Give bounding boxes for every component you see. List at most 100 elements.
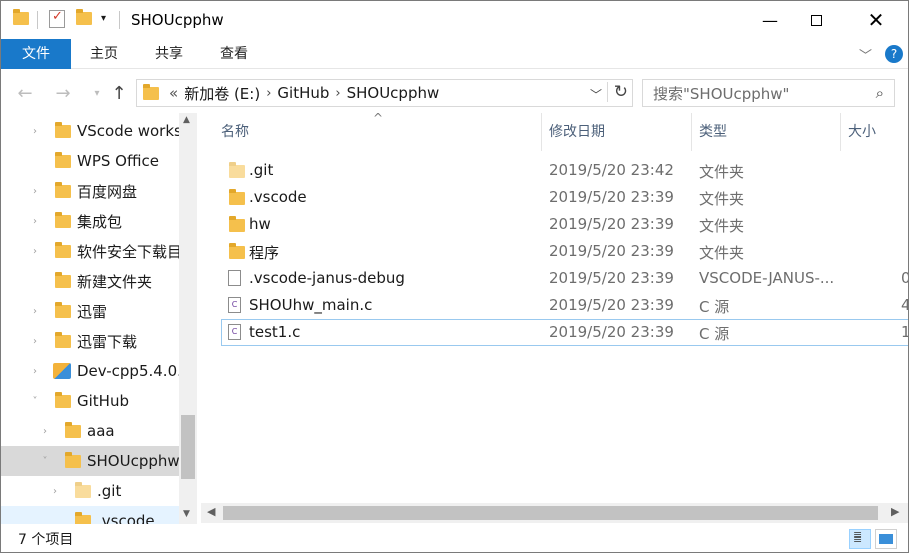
title-bar: ✓ ▾ SHOUcpphw — ✕ xyxy=(1,1,908,39)
navigation-pane: › VScode works WPS Office › 百度网盘 › 集成包 ›… xyxy=(1,113,197,524)
column-header-size[interactable]: 大小 xyxy=(841,113,908,151)
file-row[interactable]: .git 2019/5/20 23:42 文件夹 xyxy=(221,157,908,184)
help-icon[interactable]: ? xyxy=(885,45,903,63)
recent-locations-icon[interactable]: ▾ xyxy=(85,81,109,105)
file-row[interactable]: 程序 2019/5/20 23:39 文件夹 xyxy=(221,238,908,265)
nav-scrollbar[interactable]: ▲ ▼ xyxy=(179,113,197,524)
file-type: C 源 xyxy=(699,298,730,316)
close-button[interactable]: ✕ xyxy=(853,1,899,39)
file-icon xyxy=(228,270,241,286)
chevron-down-icon[interactable]: ˅ xyxy=(39,456,51,467)
scroll-right-icon[interactable]: ▶ xyxy=(891,505,899,518)
chevron-right-icon[interactable]: › xyxy=(29,246,41,257)
chevron-right-icon[interactable]: › xyxy=(39,426,51,437)
chevron-right-icon[interactable]: › xyxy=(29,216,41,227)
scroll-down-icon[interactable]: ▼ xyxy=(183,509,190,519)
chevron-right-icon[interactable]: › xyxy=(29,306,41,317)
folder-icon xyxy=(75,482,91,498)
folder-icon xyxy=(65,452,81,468)
search-input[interactable]: 搜索"SHOUcpphw" ⌕ xyxy=(642,79,895,107)
tree-item[interactable]: › 迅雷下载 xyxy=(1,326,179,356)
tree-item[interactable]: › VScode works xyxy=(1,116,179,146)
chevron-down-icon[interactable]: ˅ xyxy=(29,396,41,407)
tree-item[interactable]: › .git xyxy=(1,476,179,506)
chevron-down-icon[interactable]: ﹀ xyxy=(590,86,602,103)
tree-item[interactable]: › 集成包 xyxy=(1,206,179,236)
tree-item[interactable]: › 软件安全下载目 xyxy=(1,236,179,266)
tree-item[interactable]: WPS Office xyxy=(1,146,179,176)
search-placeholder: 搜索"SHOUcpphw" xyxy=(653,84,790,103)
search-icon[interactable]: ⌕ xyxy=(876,84,884,102)
file-type: C 源 xyxy=(699,325,730,343)
file-date: 2019/5/20 23:39 xyxy=(549,215,674,233)
properties-icon[interactable]: ✓ xyxy=(49,9,65,28)
tree-item-label: Dev-cpp5.4.0. xyxy=(77,362,179,380)
chevron-right-icon[interactable]: › xyxy=(29,126,41,137)
file-row[interactable]: C SHOUhw_main.c 2019/5/20 23:39 C 源 4 xyxy=(221,292,908,319)
customize-toolbar-icon[interactable]: ▾ xyxy=(101,13,106,24)
tab-view[interactable]: 查看 xyxy=(211,39,257,69)
file-name: test1.c xyxy=(249,323,301,341)
chevron-right-icon[interactable]: › xyxy=(266,86,271,101)
file-row-focused[interactable]: C test1.c 2019/5/20 23:39 C 源 1 xyxy=(221,319,908,346)
file-row[interactable]: .vscode-janus-debug 2019/5/20 23:39 VSCO… xyxy=(221,265,908,292)
breadcrumb-github[interactable]: GitHub xyxy=(277,84,329,102)
address-bar[interactable]: « 新加卷 (E:) › GitHub › SHOUcpphw ﹀ ↻ xyxy=(136,79,633,107)
expand-ribbon-icon[interactable]: ﹀ xyxy=(859,45,872,64)
up-button[interactable]: ↑ xyxy=(107,81,131,105)
chevron-right-icon[interactable]: › xyxy=(29,336,41,347)
file-date: 2019/5/20 23:39 xyxy=(549,323,674,341)
new-folder-icon[interactable] xyxy=(76,9,92,25)
tree-item-label: .git xyxy=(97,482,122,500)
tree-item[interactable]: › aaa xyxy=(1,416,179,446)
horizontal-scrollbar[interactable]: ◀ ▶ xyxy=(201,503,908,523)
file-name: .vscode-janus-debug xyxy=(249,269,405,287)
tree-item[interactable]: › 迅雷 xyxy=(1,296,179,326)
column-header-type[interactable]: 类型 xyxy=(692,113,841,151)
chevron-right-icon[interactable]: › xyxy=(29,366,41,377)
chevron-right-icon[interactable]: › xyxy=(29,186,41,197)
tree-item[interactable]: › 百度网盘 xyxy=(1,176,179,206)
file-row[interactable]: hw 2019/5/20 23:39 文件夹 xyxy=(221,211,908,238)
tab-share[interactable]: 共享 xyxy=(146,39,192,69)
column-header-name[interactable]: 名称 ^ xyxy=(201,113,542,151)
file-date: 2019/5/20 23:39 xyxy=(549,296,674,314)
file-type: 文件夹 xyxy=(699,217,745,235)
file-date: 2019/5/20 23:39 xyxy=(549,242,674,260)
file-size: 1 xyxy=(901,323,908,341)
chevron-right-icon[interactable]: › xyxy=(49,486,61,497)
tree-item[interactable]: › Dev-cpp5.4.0. xyxy=(1,356,179,386)
item-count: 7 个项目 xyxy=(18,532,74,548)
breadcrumb-drive[interactable]: 新加卷 (E:) xyxy=(184,83,260,104)
tree-item-label: SHOUcpphw xyxy=(87,452,179,470)
tree-item-label: GitHub xyxy=(77,392,129,410)
tree-item-label: VScode works xyxy=(77,122,179,140)
back-button[interactable]: ← xyxy=(13,81,37,105)
scroll-left-icon[interactable]: ◀ xyxy=(207,505,215,518)
tree-item-label: 迅雷 xyxy=(77,302,108,321)
tree-item[interactable]: .vscode xyxy=(1,506,179,524)
tab-file[interactable]: 文件 xyxy=(1,39,71,69)
scrollbar-thumb[interactable] xyxy=(223,506,878,520)
tree-item[interactable]: ˅ GitHub xyxy=(1,386,179,416)
folder-icon xyxy=(55,122,71,138)
refresh-icon[interactable]: ↻ xyxy=(606,82,628,102)
chevron-right-icon[interactable]: › xyxy=(335,86,340,101)
scroll-up-icon[interactable]: ▲ xyxy=(183,115,190,125)
minimize-button[interactable]: — xyxy=(747,1,793,39)
tree-item[interactable]: 新建文件夹 xyxy=(1,266,179,296)
file-name: hw xyxy=(249,215,271,233)
forward-button[interactable]: → xyxy=(51,81,75,105)
large-icons-view-button[interactable] xyxy=(875,529,897,549)
tree-item-selected[interactable]: ˅ SHOUcpphw xyxy=(1,446,179,476)
tab-home[interactable]: 主页 xyxy=(81,39,127,69)
maximize-button[interactable] xyxy=(793,1,839,39)
file-row[interactable]: .vscode 2019/5/20 23:39 文件夹 xyxy=(221,184,908,211)
breadcrumb-overflow[interactable]: « xyxy=(169,84,178,102)
folder-icon xyxy=(229,189,245,205)
folder-icon xyxy=(55,152,71,168)
breadcrumb-shoucpphw[interactable]: SHOUcpphw xyxy=(347,84,440,102)
details-view-button[interactable]: ≡ ≡ xyxy=(849,529,871,549)
scrollbar-thumb[interactable] xyxy=(181,415,195,479)
column-header-date[interactable]: 修改日期 xyxy=(542,113,692,151)
